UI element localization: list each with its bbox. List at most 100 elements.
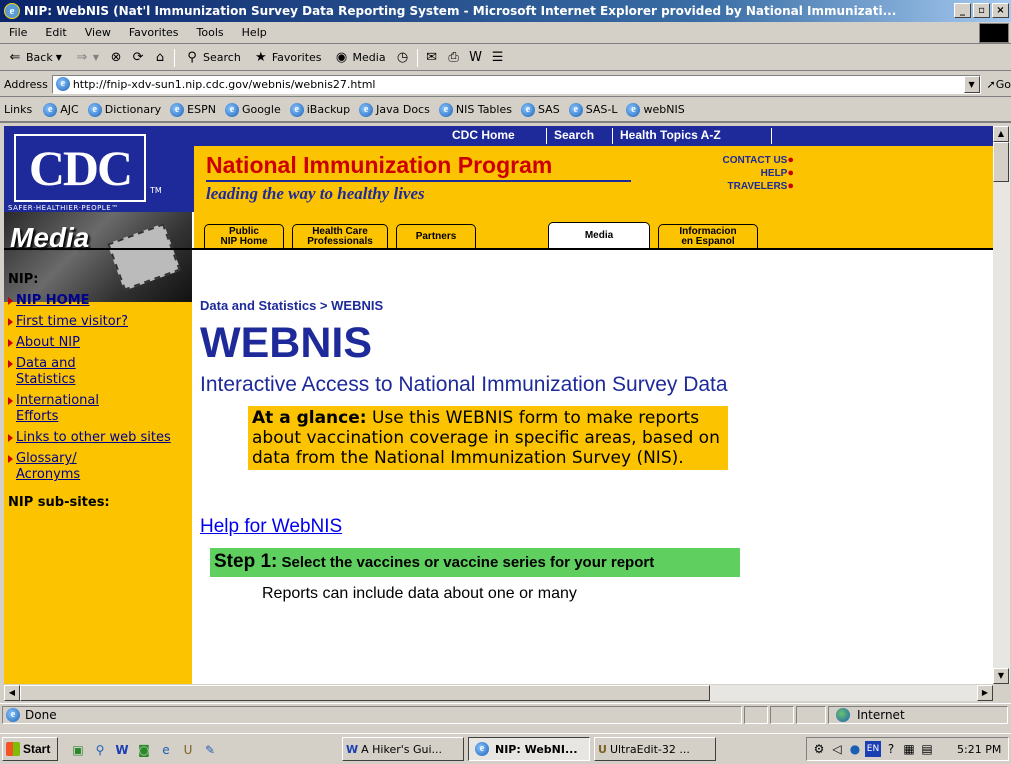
nav-glossary[interactable]: Glossary/ Acronyms — [8, 451, 118, 483]
refresh-icon[interactable]: ⟳ — [130, 50, 146, 66]
media-icon: ◉ — [335, 49, 348, 65]
link-icon: e — [224, 102, 239, 117]
nip-title[interactable]: National Immunization Program — [206, 152, 552, 179]
menu-help[interactable]: Help — [233, 26, 276, 39]
menu-tools[interactable]: Tools — [188, 26, 233, 39]
step-1-header: Step 1: Select the vaccines or vaccine s… — [210, 548, 740, 577]
nav-data-statistics[interactable]: Data and Statistics — [8, 356, 118, 388]
tray-clipboard-icon[interactable]: ▤ — [919, 741, 935, 757]
back-dropdown-icon[interactable]: ▼ — [56, 53, 62, 62]
start-button[interactable]: Start — [2, 737, 58, 761]
address-url: http://fnip-xdv-sun1.nip.cdc.gov/webnis/… — [72, 77, 376, 91]
breadcrumb[interactable]: Data and Statistics > WEBNIS — [200, 298, 980, 313]
tab-partners[interactable]: Partners — [396, 224, 476, 248]
travelers-link[interactable]: Travelers● — [644, 180, 794, 193]
cdc-home-link[interactable]: CDC Home — [452, 128, 515, 142]
task-ultraedit[interactable]: U UltraEdit-32 ... — [594, 737, 716, 761]
tray-language-icon[interactable]: EN — [865, 741, 881, 757]
vertical-scroll-thumb[interactable] — [993, 142, 1009, 182]
windows-logo-icon — [979, 23, 1009, 43]
scroll-up-icon[interactable]: ▲ — [993, 126, 1009, 142]
back-button[interactable]: ⇐ Back ▼ — [4, 50, 65, 66]
menu-edit[interactable]: Edit — [36, 26, 75, 39]
menu-view[interactable]: View — [76, 26, 120, 39]
go-button[interactable]: Go — [996, 78, 1011, 91]
print-icon[interactable]: ⎙ — [446, 50, 462, 66]
quicklaunch-word-icon[interactable]: W — [114, 742, 130, 758]
link-sas[interactable]: e SAS — [518, 102, 560, 117]
tray-network-icon[interactable]: ● — [847, 741, 863, 757]
horizontal-scrollbar[interactable]: ◀ ▶ — [4, 684, 993, 701]
edit-word-icon[interactable]: W — [468, 50, 484, 66]
link-webnis[interactable]: e webNIS — [623, 102, 685, 117]
link-nis-tables[interactable]: e NIS Tables — [436, 102, 512, 117]
go-icon[interactable]: ➚ — [987, 78, 996, 91]
scroll-down-icon[interactable]: ▼ — [993, 668, 1009, 684]
scroll-right-icon[interactable]: ▶ — [977, 685, 993, 701]
maximize-button[interactable]: ▫ — [973, 3, 990, 18]
tab-media[interactable]: Media — [548, 222, 650, 248]
link-icon: e — [568, 102, 583, 117]
favorites-button[interactable]: ★ Favorites — [250, 50, 325, 66]
menu-file[interactable]: File — [0, 26, 36, 39]
tray-help-icon[interactable]: ? — [883, 741, 899, 757]
home-icon[interactable]: ⌂ — [152, 50, 168, 66]
clock[interactable]: 5:21 PM — [957, 743, 1001, 756]
link-espn[interactable]: e ESPN — [167, 102, 216, 117]
quicklaunch-ultraedit-icon[interactable]: U — [180, 742, 196, 758]
menu-favorites[interactable]: Favorites — [120, 26, 188, 39]
contact-us-link[interactable]: Contact Us● — [644, 154, 794, 167]
horizontal-scroll-thumb[interactable] — [20, 685, 710, 701]
tab-health-care-professionals[interactable]: Health Care Professionals — [292, 224, 388, 248]
bullet-icon: ● — [787, 180, 794, 192]
quicklaunch-outlook-icon[interactable]: ◙ — [136, 742, 152, 758]
word-doc-icon: W — [346, 742, 359, 756]
stop-icon[interactable]: ⊗ — [108, 50, 124, 66]
link-ibackup[interactable]: e iBackup — [287, 102, 350, 117]
link-sas-l[interactable]: e SAS-L — [566, 102, 617, 117]
quicklaunch-desktop-icon[interactable]: ▣ — [70, 742, 86, 758]
link-dictionary[interactable]: e Dictionary — [85, 102, 161, 117]
tray-tool-icon[interactable]: ⚙ — [811, 741, 827, 757]
link-ajc[interactable]: e AJC — [40, 102, 79, 117]
tray-monitor-icon[interactable]: ▦ — [901, 741, 917, 757]
help-link[interactable]: Help● — [644, 167, 794, 180]
minimize-button[interactable]: _ — [954, 3, 971, 18]
task-nip-webnis[interactable]: e NIP: WebNI... — [468, 737, 590, 761]
nip-tagline: leading the way to healthy lives — [206, 184, 425, 203]
cdc-search-link[interactable]: Search — [554, 128, 594, 142]
address-dropdown-icon[interactable]: ▼ — [963, 75, 980, 93]
link-google[interactable]: e Google — [222, 102, 281, 117]
tray-volume-icon[interactable]: ◁ — [829, 741, 845, 757]
health-topics-link[interactable]: Health Topics A-Z — [620, 128, 721, 142]
title-bar[interactable]: e NIP: WebNIS (Nat'l Immunization Survey… — [0, 0, 1011, 22]
cdc-logo-block[interactable]: CDC TM SAFER·HEALTHIER·PEOPLE™ — [4, 126, 194, 212]
address-input[interactable]: e http://fnip-xdv-sun1.nip.cdc.gov/webni… — [51, 74, 981, 94]
mail-icon[interactable]: ✉ — [424, 50, 440, 66]
close-button[interactable]: × — [992, 3, 1009, 18]
nav-nip-home[interactable]: NIP HOME — [8, 293, 188, 309]
quicklaunch-media-icon[interactable]: ✎ — [202, 742, 218, 758]
tab-informacion-en-espanol[interactable]: Informacion en Espanol — [658, 224, 758, 248]
help-webnis-link[interactable]: Help for WebNIS — [200, 516, 980, 538]
nav-first-time-visitor[interactable]: First time visitor? — [8, 314, 188, 330]
discuss-icon[interactable]: ☰ — [490, 50, 506, 66]
nav-about-nip[interactable]: About NIP — [8, 335, 188, 351]
vertical-scrollbar[interactable]: ▲ ▼ — [993, 126, 1010, 684]
media-button[interactable]: ◉ Media — [331, 50, 389, 66]
quicklaunch-ie-icon[interactable]: e — [158, 742, 174, 758]
link-icon: e — [438, 102, 453, 117]
search-button[interactable]: ⚲ Search — [181, 50, 244, 66]
link-java-docs[interactable]: e Java Docs — [356, 102, 430, 117]
nav-links-other-sites[interactable]: Links to other web sites — [8, 430, 188, 446]
favorites-icon: ★ — [255, 49, 267, 65]
page-subtitle: Interactive Access to National Immunizat… — [200, 373, 728, 396]
links-label: Links — [4, 103, 33, 116]
tab-public-nip-home[interactable]: Public NIP Home — [204, 224, 284, 248]
quicklaunch-search-icon[interactable]: ⚲ — [92, 742, 108, 758]
scroll-left-icon[interactable]: ◀ — [4, 685, 20, 701]
nav-international-efforts[interactable]: International Efforts — [8, 393, 118, 425]
forward-button[interactable]: ⇒ ▼ — [71, 50, 102, 66]
task-hikers-guide[interactable]: WA Hiker's Gui... — [342, 737, 464, 761]
history-icon[interactable]: ◷ — [395, 50, 411, 66]
